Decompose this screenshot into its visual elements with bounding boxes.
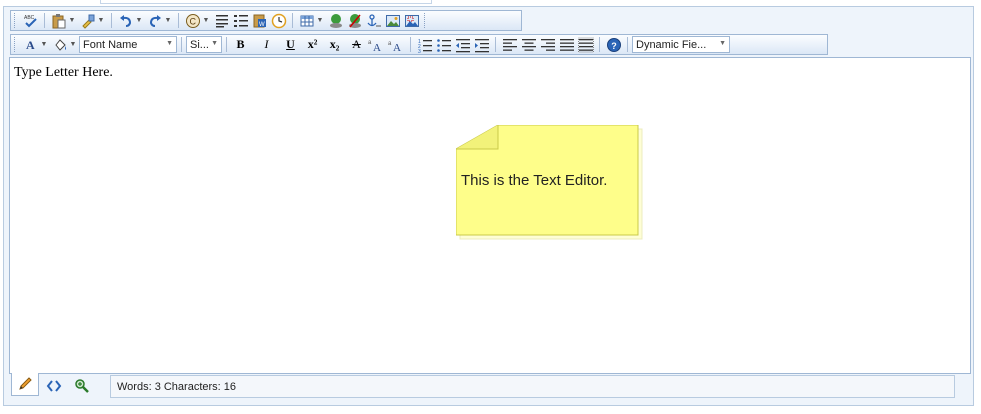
sticky-note: This is the Text Editor.	[456, 125, 643, 240]
svg-text:W: W	[259, 22, 265, 28]
insert-table-icon[interactable]	[298, 12, 315, 29]
align-right-icon[interactable]	[539, 36, 556, 53]
svg-text:ABC: ABC	[24, 15, 35, 21]
svg-text:A: A	[373, 42, 381, 53]
svg-text:a: a	[368, 40, 372, 46]
grow-font-icon[interactable]: aA	[367, 36, 385, 53]
font-size-select[interactable]: Si... ▼	[186, 36, 222, 53]
word-count-text: Words: 3 Characters: 16	[117, 380, 237, 393]
dynamic-fields-value: Dynamic Fie...	[636, 38, 707, 51]
svg-text:?: ?	[611, 41, 617, 51]
design-mode-button[interactable]	[11, 373, 39, 396]
bold-button[interactable]: B	[232, 36, 249, 53]
toolbar-separator	[495, 37, 496, 52]
toolbar-separator	[111, 13, 112, 28]
chevron-down-icon: ▼	[166, 40, 173, 47]
font-name-value: Font Name	[83, 38, 138, 51]
sticky-note-text: This is the Text Editor.	[461, 172, 608, 189]
svg-text:3: 3	[418, 49, 421, 53]
subscript-button[interactable]: x₂	[326, 36, 343, 53]
toolbar-separator	[178, 13, 179, 28]
remove-link-icon[interactable]	[346, 12, 363, 29]
insert-anchor-icon[interactable]	[365, 12, 382, 29]
outdent-icon[interactable]	[454, 36, 471, 53]
font-name-select[interactable]: Font Name ▼	[79, 36, 177, 53]
svg-text:A: A	[393, 42, 401, 53]
chevron-down-icon: ▼	[211, 40, 218, 47]
foreground-color-dropdown-arrow[interactable]: ▼	[40, 36, 48, 53]
top-tab-stub	[100, 0, 432, 4]
insert-table-dropdown-arrow[interactable]: ▼	[316, 12, 324, 29]
background-color-icon[interactable]	[51, 36, 68, 53]
redo-dropdown-arrow[interactable]: ▼	[164, 12, 172, 29]
redo-icon[interactable]	[146, 12, 163, 29]
toolbar-separator	[410, 37, 411, 52]
toolbar-end-grip	[424, 13, 428, 28]
code-brackets-icon	[46, 380, 62, 392]
align-center-icon[interactable]	[520, 36, 537, 53]
toolbar-grip	[14, 37, 18, 52]
italic-button[interactable]: I	[258, 36, 275, 53]
html-mode-button[interactable]	[41, 376, 67, 396]
toolbar-grip	[14, 13, 18, 28]
shrink-font-icon[interactable]: aA	[387, 36, 405, 53]
image-map-icon[interactable]	[403, 12, 420, 29]
spellcheck-icon[interactable]: ABC	[22, 12, 39, 29]
toolbar-separator	[292, 13, 293, 28]
editor-footer: Words: 3 Characters: 16	[9, 373, 955, 400]
format-stripper-icon[interactable]	[79, 12, 96, 29]
image-manager-icon[interactable]	[384, 12, 401, 29]
svg-text:A: A	[26, 38, 35, 52]
hyperlink-icon[interactable]	[327, 12, 344, 29]
undo-icon[interactable]	[117, 12, 134, 29]
pencil-icon	[19, 377, 32, 390]
numbered-list-icon[interactable]: 123	[416, 36, 433, 53]
background-color-dropdown-arrow[interactable]: ▼	[69, 36, 77, 53]
justify-icon[interactable]	[558, 36, 575, 53]
insert-symbol-dropdown-arrow[interactable]: ▼	[202, 12, 210, 29]
strikethrough-button[interactable]: A	[348, 36, 365, 53]
underline-button[interactable]: U	[282, 36, 299, 53]
editor-text[interactable]: Type Letter Here.	[14, 65, 113, 81]
remove-alignment-icon[interactable]	[577, 36, 594, 53]
toolbar-separator	[599, 37, 600, 52]
undo-dropdown-arrow[interactable]: ▼	[135, 12, 143, 29]
insert-paragraph-icon[interactable]	[213, 12, 230, 29]
status-bar: Words: 3 Characters: 16	[110, 375, 955, 398]
foreground-color-icon[interactable]: A	[22, 36, 39, 53]
paste-icon[interactable]	[50, 12, 67, 29]
help-icon[interactable]: ?	[605, 36, 622, 53]
paste-dropdown-arrow[interactable]: ▼	[68, 12, 76, 29]
toolbar-separator	[627, 37, 628, 52]
paste-from-word-icon[interactable]: W	[251, 12, 268, 29]
toolbar-separator	[181, 37, 182, 52]
toolbar-row-1: ABC ▼ ▼ ▼ ▼ C ▼ W ▼	[10, 10, 522, 31]
chevron-down-icon: ▼	[719, 40, 726, 47]
format-stripper-dropdown-arrow[interactable]: ▼	[97, 12, 105, 29]
toolbar-separator	[44, 13, 45, 28]
font-size-value: Si...	[190, 38, 209, 51]
align-left-icon[interactable]	[501, 36, 518, 53]
toolbar-separator	[226, 37, 227, 52]
magnifier-icon	[75, 379, 89, 393]
bulleted-list-icon[interactable]	[435, 36, 452, 53]
dynamic-fields-select[interactable]: Dynamic Fie... ▼	[632, 36, 730, 53]
insert-symbol-icon[interactable]: C	[184, 12, 201, 29]
insert-date-icon[interactable]	[270, 12, 287, 29]
svg-text:a: a	[388, 41, 392, 47]
svg-text:C: C	[189, 16, 196, 26]
superscript-button[interactable]: x²	[304, 36, 321, 53]
toolbar-row-2: A ▼ ▼ Font Name ▼ Si... ▼ B I U x² x₂ A …	[10, 34, 828, 55]
ordered-list-icon[interactable]	[232, 12, 249, 29]
indent-icon[interactable]	[473, 36, 490, 53]
preview-mode-button[interactable]	[69, 376, 95, 396]
